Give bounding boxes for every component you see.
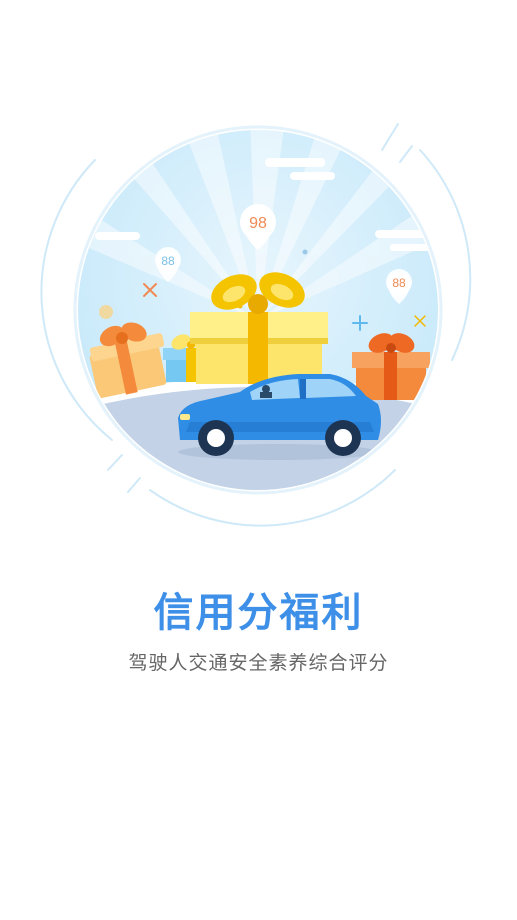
score-badge-88-right-label: 88: [392, 276, 406, 290]
score-badge-98-label: 98: [249, 215, 267, 232]
onboarding-illustration: 98 88 88: [0, 0, 517, 540]
page-subtitle: 驾驶人交通安全素养综合评分: [128, 652, 389, 674]
page-title: 信用分福利: [153, 590, 364, 636]
score-badge-88-left-label: 88: [161, 254, 175, 268]
